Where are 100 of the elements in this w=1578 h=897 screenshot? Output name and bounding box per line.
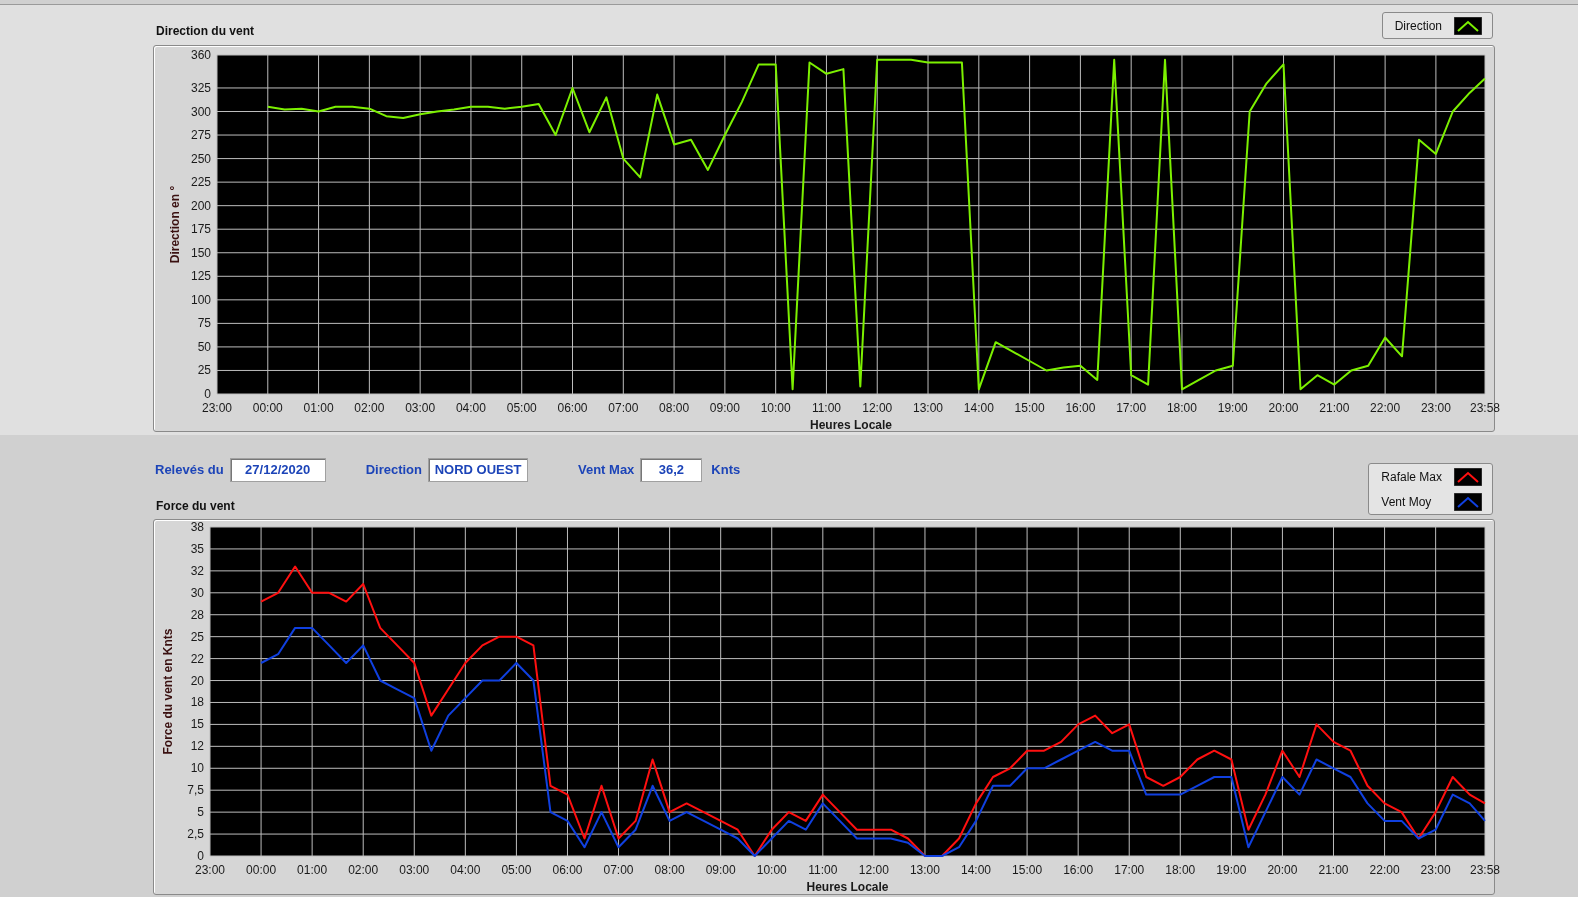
tick-label: 18:00 <box>1165 863 1196 877</box>
tick-label: 23:00 <box>1420 863 1451 877</box>
tick-label: 07:00 <box>608 401 639 415</box>
tick-label: 300 <box>190 104 211 119</box>
tick-label: 360 <box>190 48 211 62</box>
tick-label: 05:00 <box>506 401 537 415</box>
tick-label: 16:00 <box>1063 863 1094 877</box>
tick-label: 250 <box>190 151 211 166</box>
axis-title: Heures Locale <box>810 418 892 432</box>
legend-label: Vent Moy <box>1381 493 1432 511</box>
tick-label: 06:00 <box>552 863 583 877</box>
tick-label: 13:00 <box>909 863 940 877</box>
tick-label: 12 <box>190 739 204 754</box>
tick-label: 325 <box>190 80 211 95</box>
tick-label: 19:00 <box>1216 863 1247 877</box>
tick-label: 22 <box>190 651 204 666</box>
tick-label: 04:00 <box>450 863 481 877</box>
line-icon <box>1454 16 1482 35</box>
tick-label: 15:00 <box>1014 401 1045 415</box>
tick-label: 23:58 <box>1470 401 1500 415</box>
tick-label: 0 <box>204 387 211 401</box>
line-icon <box>1454 492 1482 511</box>
tick-label: 01:00 <box>297 863 328 877</box>
tick-label: 20 <box>190 673 204 688</box>
tick-label: 19:00 <box>1217 401 1248 415</box>
tick-label: 21:00 <box>1319 401 1350 415</box>
tick-label: 14:00 <box>961 863 992 877</box>
value-field: 27/12/2020 <box>229 458 326 482</box>
tick-label: 200 <box>190 198 211 213</box>
tick-label: 09:00 <box>705 863 736 877</box>
tick-label: 5 <box>197 805 204 820</box>
tick-label: 25 <box>190 629 204 644</box>
tick-label: 23:58 <box>1470 863 1500 877</box>
tick-label: 07:00 <box>603 863 634 877</box>
tick-label: 23:00 <box>202 401 232 415</box>
tick-label: 50 <box>197 339 211 354</box>
tick-label: 18 <box>190 695 204 710</box>
tick-label: 275 <box>190 128 211 143</box>
tick-label: 175 <box>190 222 211 237</box>
tick-label: 11:00 <box>808 863 838 877</box>
tick-label: 10 <box>190 761 204 776</box>
field-label: Vent Max <box>578 461 635 480</box>
tick-label: 7,5 <box>187 783 204 798</box>
field-label: Direction <box>365 461 422 480</box>
tick-label: 20:00 <box>1268 401 1299 415</box>
chart-title: Force du vent <box>155 498 236 515</box>
tick-label: 09:00 <box>709 401 740 415</box>
tick-label: 28 <box>190 607 204 622</box>
tick-label: 15 <box>190 717 204 732</box>
tick-label: 12:00 <box>858 863 889 877</box>
tick-label: 22:00 <box>1370 401 1401 415</box>
legend-label: Rafale Max <box>1381 468 1442 486</box>
axis-title: Force du vent en Knts <box>161 628 175 755</box>
tick-label: 17:00 <box>1114 863 1145 877</box>
tick-label: 10:00 <box>760 401 791 415</box>
tick-label: 17:00 <box>1116 401 1147 415</box>
tick-label: 08:00 <box>659 401 690 415</box>
tick-label: 00:00 <box>246 863 277 877</box>
tick-label: 23:00 <box>1420 401 1451 415</box>
tick-label: 10:00 <box>756 863 787 877</box>
tick-label: 20:00 <box>1267 863 1298 877</box>
tick-label: 75 <box>197 316 211 331</box>
tick-label: 35 <box>190 541 204 556</box>
tick-label: 12:00 <box>862 401 893 415</box>
value-field: NORD OUEST <box>428 458 528 482</box>
tick-label: 125 <box>190 269 211 284</box>
tick-label: 2,5 <box>187 827 204 842</box>
tick-label: 08:00 <box>654 863 685 877</box>
tick-label: 00:00 <box>252 401 283 415</box>
tick-label: 13:00 <box>913 401 944 415</box>
tick-label: 18:00 <box>1166 401 1197 415</box>
tick-label: 0 <box>197 849 204 863</box>
field-label: Relevés du <box>155 461 224 480</box>
chart-title: Direction du vent <box>155 23 254 40</box>
line-icon <box>1454 467 1482 486</box>
tick-label: 02:00 <box>354 401 385 415</box>
tick-label: 150 <box>190 245 211 260</box>
axis-title: Heures Locale <box>806 880 889 894</box>
tick-label: 04:00 <box>455 401 486 415</box>
tick-label: 03:00 <box>399 863 430 877</box>
tick-label: 21:00 <box>1318 863 1349 877</box>
tick-label: 30 <box>190 585 204 600</box>
legend-label: Direction <box>1394 17 1442 35</box>
tick-label: 15:00 <box>1012 863 1043 877</box>
tick-label: 11:00 <box>811 401 841 415</box>
tick-label: 225 <box>190 175 211 190</box>
tick-label: 38 <box>190 520 204 534</box>
tick-label: 22:00 <box>1369 863 1400 877</box>
tick-label: 03:00 <box>405 401 436 415</box>
tick-label: 32 <box>190 563 204 578</box>
tick-label: 06:00 <box>557 401 588 415</box>
tick-label: 23:00 <box>195 863 225 877</box>
tick-label: 100 <box>190 292 211 307</box>
tick-label: 02:00 <box>348 863 379 877</box>
tick-label: 25 <box>197 363 211 378</box>
tick-label: 16:00 <box>1065 401 1096 415</box>
axis-title: Direction en ° <box>168 185 182 264</box>
tick-label: 01:00 <box>303 401 334 415</box>
unit-label: Knts <box>711 461 741 480</box>
tick-label: 14:00 <box>963 401 994 415</box>
